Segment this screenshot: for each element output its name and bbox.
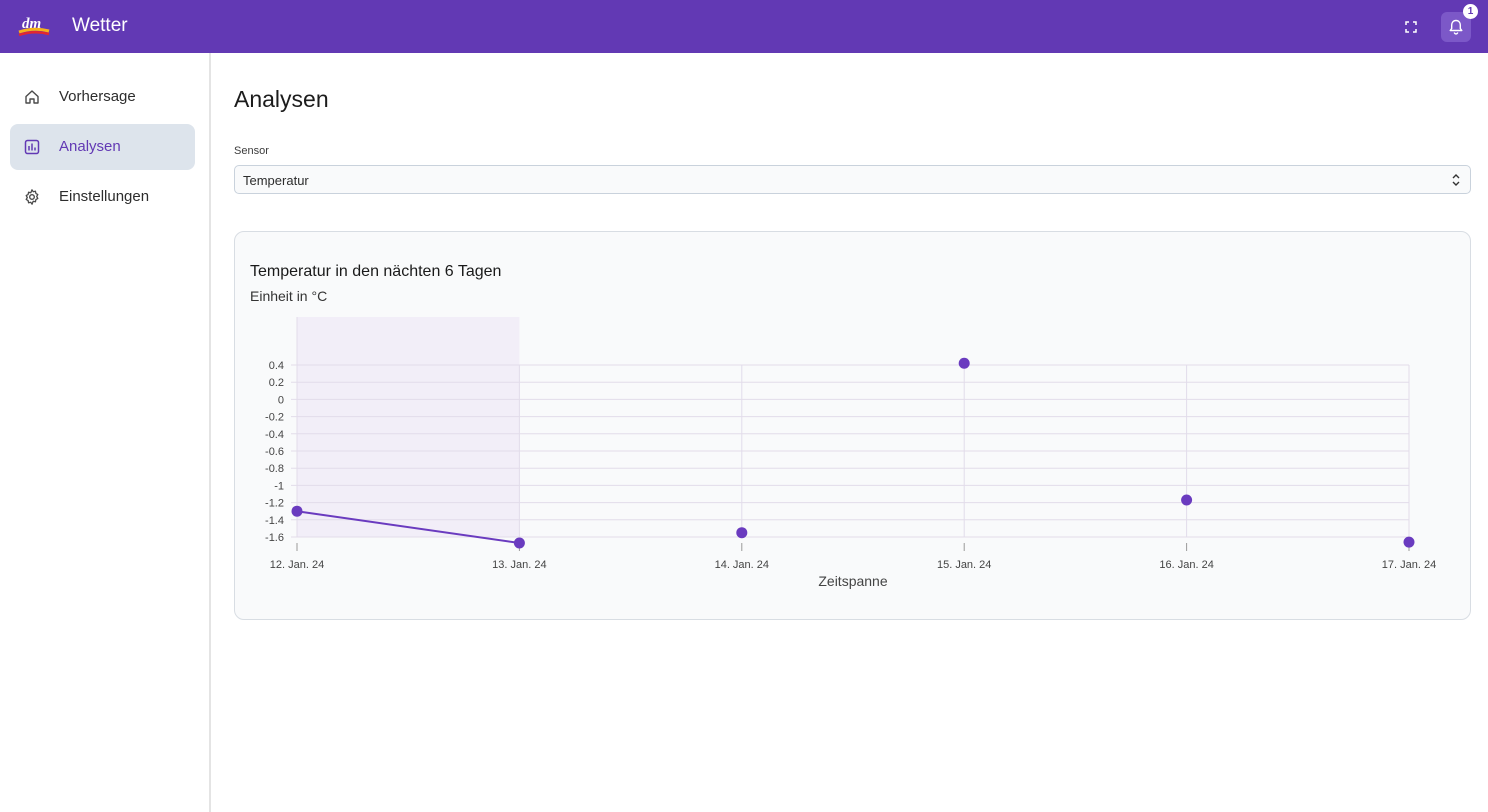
sensor-select[interactable]: Temperatur [234, 165, 1471, 194]
y-tick-label: -1.4 [265, 515, 284, 527]
chart-card: Temperatur in den nächten 6 Tagen Einhei… [234, 231, 1471, 620]
x-tick-label: 15. Jan. 24 [937, 559, 991, 571]
app-title: Wetter [72, 15, 128, 36]
sidebar-item-einstellungen[interactable]: Einstellungen [10, 174, 195, 220]
data-point [513, 537, 525, 549]
y-tick-label: -0.6 [265, 446, 284, 458]
page-title: Analysen [234, 86, 329, 112]
y-tick-label: -1.6 [265, 532, 284, 544]
top-bar: dm Wetter 1 [0, 0, 1488, 53]
y-tick-label: -0.8 [265, 463, 284, 475]
y-tick-label: 0 [278, 394, 284, 406]
x-tick-label: 17. Jan. 24 [1382, 559, 1436, 571]
sensor-label: Sensor [234, 145, 269, 157]
data-point [1181, 494, 1193, 506]
y-tick-label: 0.2 [269, 377, 284, 389]
chart-icon [24, 139, 40, 155]
fullscreen-button[interactable] [1400, 16, 1422, 38]
sidebar-item-analysen[interactable]: Analysen [10, 124, 195, 170]
y-tick-label: -1.2 [265, 498, 284, 510]
x-axis-title: Zeitspanne [818, 573, 887, 589]
fullscreen-icon [1405, 21, 1417, 33]
bell-icon [1449, 19, 1463, 35]
data-point [291, 505, 303, 517]
x-tick-label: 16. Jan. 24 [1159, 559, 1213, 571]
y-tick-label: 0.4 [269, 360, 284, 372]
home-icon [25, 90, 39, 104]
dm-logo[interactable]: dm [18, 14, 50, 38]
x-tick-label: 12. Jan. 24 [270, 559, 324, 571]
data-point [1403, 536, 1415, 548]
y-tick-label: -1 [274, 480, 284, 492]
sensor-select-value: Temperatur [243, 173, 309, 188]
sidebar-item-label: Einstellungen [59, 188, 150, 205]
sidebar-item-label: Analysen [59, 138, 121, 155]
y-tick-label: -0.4 [265, 429, 284, 441]
sidebar-item-vorhersage[interactable]: Vorhersage [10, 74, 195, 120]
temperature-chart: 0.4 0.2 0 -0.2 -0.4 -0.6 -0.8 -1 -1.2 -1.4 -1.6 12.… [265, 317, 1436, 589]
notification-badge: 1 [1463, 4, 1478, 19]
chevron-up-down-icon [1452, 174, 1460, 186]
x-tick-label: 13. Jan. 24 [492, 559, 546, 571]
data-point [736, 527, 748, 539]
x-tick-label: 14. Jan. 24 [715, 559, 769, 571]
sidebar-item-label: Vorhersage [59, 88, 136, 105]
data-point [958, 357, 970, 369]
sidebar: Vorhersage Analysen Einstellungen [0, 53, 211, 812]
gear-icon [25, 189, 39, 205]
highlight-range [297, 317, 520, 537]
y-tick-label: -0.2 [265, 412, 284, 424]
